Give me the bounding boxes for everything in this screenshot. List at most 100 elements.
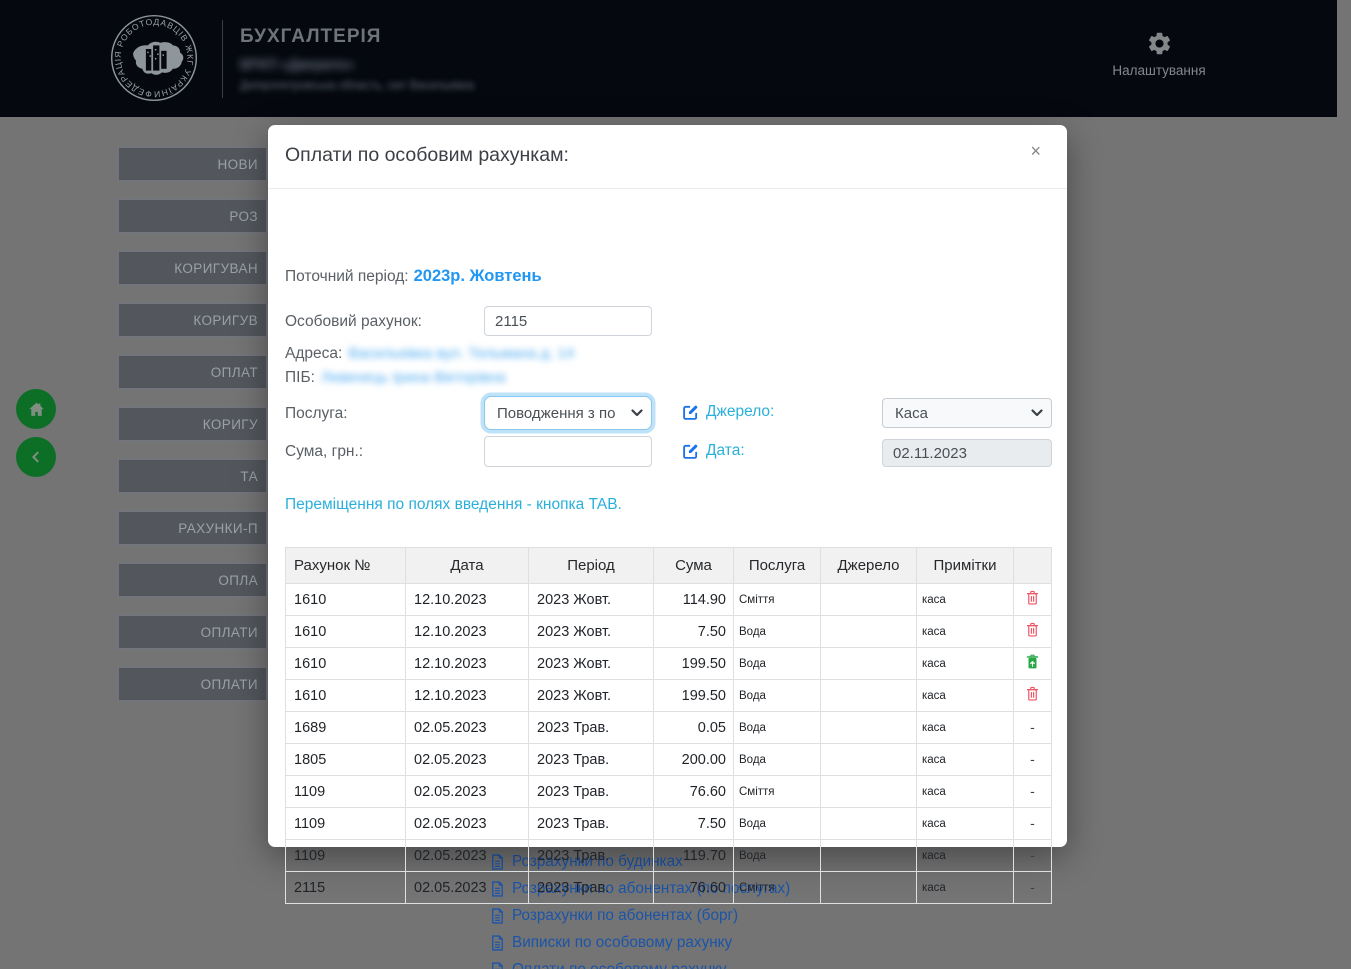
cell-action: - xyxy=(1014,808,1052,840)
close-icon[interactable]: × xyxy=(1024,141,1047,161)
column-header-Рахунок №: Рахунок № xyxy=(286,548,406,584)
edit-icon[interactable] xyxy=(682,443,699,460)
sidebar-button-4[interactable]: ОПЛАТ xyxy=(117,354,268,390)
delete-row-button[interactable] xyxy=(1025,685,1040,702)
cell-service: Вода xyxy=(734,808,821,840)
cell-service: Вода xyxy=(734,648,821,680)
sum-label: Сума, грн.: xyxy=(285,443,363,461)
cell-period: 2023 Трав. xyxy=(529,840,654,872)
cell-service: Вода xyxy=(734,616,821,648)
app-title: БУХГАЛТЕРІЯ xyxy=(240,26,381,48)
address-value: Васильківка вул. Тельмана д. 14 xyxy=(348,345,574,362)
report-link-2[interactable]: Розрахунки по абонентах (борг) xyxy=(490,907,790,925)
settings-button[interactable]: Налаштування xyxy=(1089,30,1229,78)
sidebar-button-5[interactable]: КОРИГУ xyxy=(117,406,268,442)
cell-source xyxy=(821,712,917,744)
sidebar-button-8[interactable]: ОПЛА xyxy=(117,562,268,598)
page: ФЕДЕРАЦІЯ РОБОТОДАВЦІВ ЖКГ УКРАЇНИ БУХГА… xyxy=(0,0,1351,969)
sidebar-button-10[interactable]: ОПЛАТИ xyxy=(117,666,268,702)
cell-date: 02.05.2023 xyxy=(406,808,529,840)
column-header-Сума: Сума xyxy=(654,548,734,584)
cell-sum: 119.70 xyxy=(654,840,734,872)
service-select-control[interactable]: Поводження з по xyxy=(484,396,652,430)
account-input[interactable] xyxy=(484,306,652,336)
cell-service: Сміття xyxy=(734,776,821,808)
cell-period: 2023 Трав. xyxy=(529,712,654,744)
date-input[interactable] xyxy=(882,439,1052,467)
no-action-dash: - xyxy=(1030,815,1035,831)
service-select: Поводження з по xyxy=(484,396,652,430)
cell-service: Сміття xyxy=(734,584,821,616)
cell-source xyxy=(821,776,917,808)
table-row: 110902.05.20232023 Трав.119.70Водакаса- xyxy=(286,840,1052,872)
home-button[interactable] xyxy=(16,389,56,429)
edit-icon[interactable] xyxy=(682,404,699,421)
cell-sum: 7.50 xyxy=(654,808,734,840)
no-action-dash: - xyxy=(1030,719,1035,735)
report-link-label: Оплати по особовому рахунку xyxy=(512,961,727,969)
sidebar-button-1[interactable]: РОЗ xyxy=(117,198,268,234)
trash-restore-icon xyxy=(1025,653,1040,670)
table-header-row: Рахунок №ДатаПеріодСумаПослугаДжерелоПри… xyxy=(286,548,1052,584)
sidebar-button-7[interactable]: РАХУНКИ-П xyxy=(117,510,268,546)
cell-source xyxy=(821,616,917,648)
cell-period: 2023 Жовт. xyxy=(529,584,654,616)
sidebar-button-0[interactable]: НОВИ xyxy=(117,146,268,182)
cell-account: 1689 xyxy=(286,712,406,744)
current-period: Поточний період:2023р. Жовтень xyxy=(285,267,542,286)
cell-service: Вода xyxy=(734,744,821,776)
report-link-4[interactable]: Оплати по особовому рахунку xyxy=(490,961,790,969)
back-button[interactable] xyxy=(16,437,56,477)
cell-account: 1610 xyxy=(286,648,406,680)
sum-input[interactable] xyxy=(484,436,652,467)
table-row: 180502.05.20232023 Трав.200.00Водакаса- xyxy=(286,744,1052,776)
cell-action: - xyxy=(1014,840,1052,872)
cell-sum: 199.50 xyxy=(654,680,734,712)
cell-date: 02.05.2023 xyxy=(406,840,529,872)
cell-action xyxy=(1014,648,1052,680)
trash-icon xyxy=(1025,685,1040,702)
cell-period: 2023 Трав. xyxy=(529,808,654,840)
cell-sum: 200.00 xyxy=(654,744,734,776)
cell-service: Сміття xyxy=(734,872,821,904)
cell-period: 2023 Трав. xyxy=(529,744,654,776)
report-link-3[interactable]: Виписки по особовому рахунку xyxy=(490,934,790,952)
cell-source xyxy=(821,744,917,776)
sidebar-button-6[interactable]: ТА xyxy=(117,458,268,494)
cell-date: 02.05.2023 xyxy=(406,712,529,744)
sidebar-button-3[interactable]: КОРИГУВ xyxy=(117,302,268,338)
cell-account: 1109 xyxy=(286,840,406,872)
cell-account: 1610 xyxy=(286,680,406,712)
cell-note: каса xyxy=(917,680,1014,712)
table-row: 168902.05.20232023 Трав.0.05Водакаса- xyxy=(286,712,1052,744)
tab-hint: Переміщення по полях введення - кнопка T… xyxy=(285,496,622,514)
cell-note: каса xyxy=(917,616,1014,648)
cell-date: 12.10.2023 xyxy=(406,680,529,712)
delete-row-button[interactable] xyxy=(1025,589,1040,606)
cell-action xyxy=(1014,584,1052,616)
source-label: Джерело: xyxy=(706,403,774,421)
restore-row-button[interactable] xyxy=(1025,653,1040,670)
sidebar-button-9[interactable]: ОПЛАТИ xyxy=(117,614,268,650)
cell-action xyxy=(1014,680,1052,712)
cell-note: каса xyxy=(917,584,1014,616)
date-label: Дата: xyxy=(706,442,745,460)
cell-account: 2115 xyxy=(286,872,406,904)
document-icon xyxy=(490,962,505,969)
payments-table-wrap: Рахунок №ДатаПеріодСумаПослугаДжерелоПри… xyxy=(285,547,1051,904)
cell-note: каса xyxy=(917,776,1014,808)
name-line: ПІБ:Левенець Ірина Вікторівна xyxy=(285,369,506,387)
cell-sum: 114.90 xyxy=(654,584,734,616)
address-label: Адреса: xyxy=(285,345,342,362)
modal-title: Оплати по особовим рахункам: xyxy=(285,144,569,167)
cell-sum: 7.50 xyxy=(654,616,734,648)
delete-row-button[interactable] xyxy=(1025,621,1040,638)
cell-sum: 0.05 xyxy=(654,712,734,744)
cell-account: 1805 xyxy=(286,744,406,776)
sidebar-button-2[interactable]: КОРИГУВАН xyxy=(117,250,268,286)
cell-action xyxy=(1014,616,1052,648)
source-select-control[interactable]: Каса xyxy=(882,398,1052,428)
table-row: 110902.05.20232023 Трав.76.60Сміттякаса- xyxy=(286,776,1052,808)
cell-sum: 76.60 xyxy=(654,872,734,904)
address-line: Адреса: Васильківка вул. Тельмана д. 14 xyxy=(285,345,574,363)
